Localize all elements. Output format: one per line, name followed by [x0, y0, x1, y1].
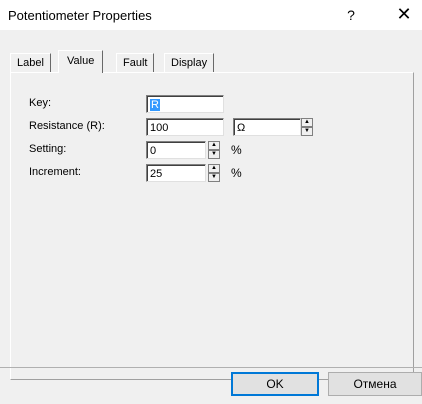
spin-up-icon[interactable]: ▲ [301, 118, 313, 127]
setting-spinner[interactable]: ▲ ▼ [208, 141, 220, 159]
window-title: Potentiometer Properties [8, 8, 152, 23]
setting-label: Setting: [29, 143, 67, 155]
resistance-unit-field[interactable]: Ω [233, 118, 301, 136]
resistance-label: Resistance (R): [29, 120, 105, 132]
increment-unit: % [231, 166, 242, 180]
increment-spinner[interactable]: ▲ ▼ [208, 164, 220, 182]
spin-down-icon[interactable]: ▼ [208, 173, 220, 182]
key-label: Key: [29, 97, 52, 109]
resistance-unit-spinner[interactable]: ▲ ▼ [301, 118, 313, 136]
tab-label[interactable]: Label [10, 53, 51, 72]
resistance-field[interactable]: 100 [146, 118, 224, 136]
cancel-button[interactable]: Отмена [328, 372, 422, 396]
key-field[interactable]: R [146, 95, 224, 113]
tab-strip: Label Value Fault Display [10, 50, 410, 73]
ok-button[interactable]: OK [231, 372, 319, 396]
setting-unit: % [231, 143, 242, 157]
key-value: R [150, 99, 160, 111]
help-button[interactable]: ? [341, 5, 361, 25]
tab-display[interactable]: Display [164, 53, 215, 72]
title-bar: Potentiometer Properties ? ✕ [0, 0, 422, 31]
spin-up-icon[interactable]: ▲ [208, 164, 220, 173]
increment-label: Increment: [29, 166, 81, 178]
tab-fault[interactable]: Fault [116, 53, 155, 72]
increment-field[interactable]: 25 [146, 164, 206, 182]
footer-divider [0, 367, 422, 368]
value-tab-panel: Key: R Resistance (R): 100 Ω ▲ ▼ Setting… [10, 72, 414, 380]
spin-up-icon[interactable]: ▲ [208, 141, 220, 150]
spin-down-icon[interactable]: ▼ [301, 127, 313, 136]
dialog-body: Label Value Fault Display Key: R Resista… [0, 30, 422, 404]
spin-down-icon[interactable]: ▼ [208, 150, 220, 159]
tab-value[interactable]: Value [58, 50, 104, 73]
close-button[interactable]: ✕ [392, 4, 416, 26]
setting-field[interactable]: 0 [146, 141, 206, 159]
